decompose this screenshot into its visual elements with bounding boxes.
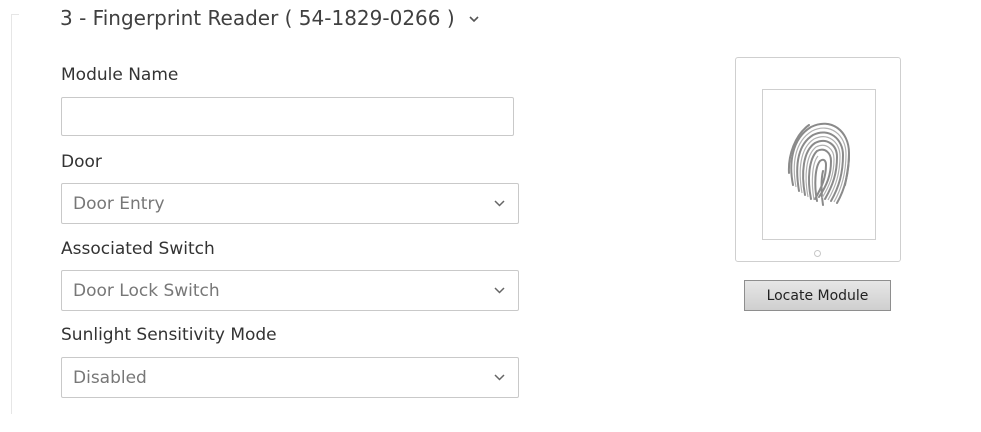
module-preview-screen [762, 89, 876, 240]
associated-switch-select-value: Door Lock Switch [73, 280, 220, 301]
sunlight-mode-select[interactable]: Disabled [61, 357, 519, 398]
section-header[interactable]: 3 - Fingerprint Reader ( 54-1829-0266 ) [60, 6, 479, 30]
door-select-value: Door Entry [73, 193, 165, 214]
section-left-rule [11, 14, 12, 414]
module-preview [735, 57, 901, 262]
sunlight-mode-label: Sunlight Sensitivity Mode [61, 325, 277, 345]
chevron-down-icon [492, 284, 506, 298]
section-left-rule-tick [11, 14, 19, 15]
chevron-down-icon[interactable] [469, 12, 479, 26]
module-name-input[interactable] [61, 97, 514, 136]
chevron-down-icon [492, 371, 506, 385]
locate-module-button[interactable]: Locate Module [744, 280, 891, 311]
door-label: Door [61, 152, 102, 172]
associated-switch-select[interactable]: Door Lock Switch [61, 270, 519, 311]
section-title: 3 - Fingerprint Reader ( 54-1829-0266 ) [60, 6, 455, 30]
status-led-icon [814, 250, 821, 257]
door-select[interactable]: Door Entry [61, 183, 519, 224]
chevron-down-icon [492, 197, 506, 211]
module-name-label: Module Name [61, 65, 179, 85]
associated-switch-label: Associated Switch [61, 239, 215, 259]
fingerprint-icon [783, 115, 855, 215]
sunlight-mode-select-value: Disabled [73, 367, 147, 388]
